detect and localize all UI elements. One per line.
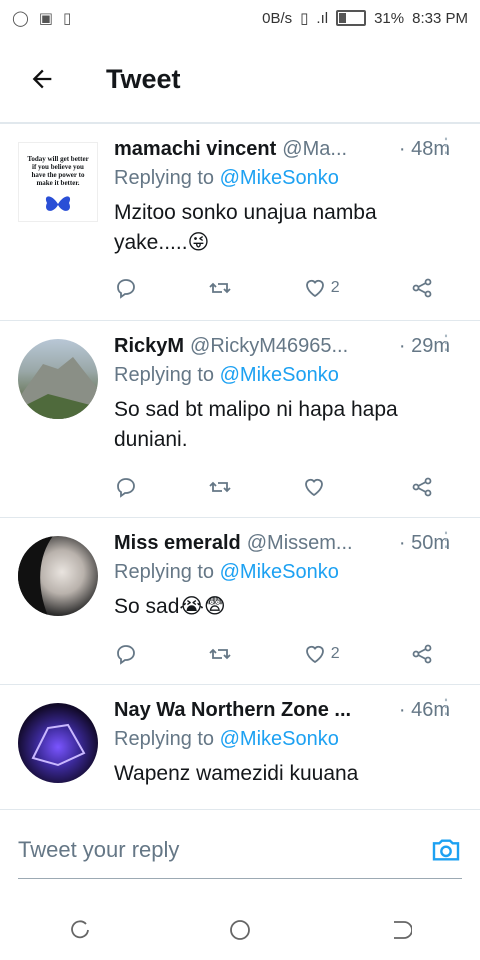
mention-link[interactable]: @MikeSonko — [220, 364, 339, 386]
tweet-actions: 2 — [114, 276, 434, 300]
mountain-image — [18, 357, 98, 419]
more-options-icon[interactable]: ⋮ — [436, 697, 456, 717]
reply-icon[interactable] — [114, 475, 138, 499]
author-name[interactable]: Miss emerald — [114, 532, 241, 555]
tweet-actions: 2 — [114, 642, 434, 666]
network-speed: 0B/s — [262, 9, 293, 27]
avatar[interactable] — [18, 703, 98, 783]
replying-label: Replying to — [114, 167, 220, 189]
crystal-image — [31, 723, 86, 767]
vibrate-icon: ▯ — [300, 10, 309, 27]
more-options-icon[interactable]: ⋮ — [436, 530, 456, 550]
tweet-text: Mzitoo sonko unajua namba yake.....😜 — [114, 201, 377, 254]
more-options-icon[interactable]: ⋮ — [436, 333, 456, 353]
share-icon[interactable] — [410, 642, 434, 666]
page-title: Tweet — [106, 63, 181, 94]
header: Tweet — [0, 36, 480, 122]
status-bar: ◯ ▣ ▯ 0B/s ▯ .ıl 31% 8:33 PM — [0, 0, 480, 36]
like-button[interactable]: 2 — [303, 276, 340, 300]
image-icon: ▣ — [38, 10, 53, 27]
tweet-text: So sad bt malipo ni hapa hapa duniani. — [114, 398, 398, 451]
replying-to: Replying to @MikeSonko — [114, 364, 450, 387]
like-button[interactable] — [302, 475, 340, 499]
back-arrow-icon[interactable] — [28, 65, 56, 93]
camera-icon[interactable] — [430, 834, 462, 866]
author-name[interactable]: mamachi vincent — [114, 138, 276, 161]
share-icon[interactable] — [410, 276, 434, 300]
mention-link[interactable]: @MikeSonko — [220, 728, 339, 750]
author-name[interactable]: Nay Wa Northern Zone ... — [114, 699, 351, 722]
clock: 8:33 PM — [412, 9, 468, 27]
author-handle[interactable]: @Ma... — [282, 138, 347, 161]
author-name[interactable]: RickyM — [114, 335, 184, 358]
reply-icon[interactable] — [114, 642, 138, 666]
mention-link[interactable]: @MikeSonko — [220, 561, 339, 583]
share-icon[interactable] — [410, 475, 434, 499]
heart-icon — [305, 478, 323, 497]
battery-icon — [336, 10, 367, 26]
mention-link[interactable]: @MikeSonko — [220, 167, 339, 189]
avatar[interactable] — [18, 339, 98, 419]
replying-to: Replying to @MikeSonko — [114, 561, 450, 584]
replying-label: Replying to — [114, 364, 220, 386]
avatar[interactable]: Today will get better if you believe you… — [18, 142, 98, 222]
tweet-actions — [114, 475, 434, 499]
retweet-icon[interactable] — [208, 475, 232, 499]
avatar[interactable] — [18, 536, 98, 616]
author-handle[interactable]: @RickyM46965... — [190, 335, 348, 358]
whatsapp-icon: ◯ — [12, 10, 29, 27]
heart-icon — [305, 279, 324, 298]
author-handle[interactable]: @Missem... — [247, 532, 353, 555]
signal-icon: .ıl — [316, 9, 329, 27]
tweet-item[interactable]: RickyM @RickyM46965... · 29m Replying to… — [0, 321, 480, 518]
replying-label: Replying to — [114, 561, 220, 583]
sim-icon: ▯ — [62, 10, 72, 27]
replying-to: Replying to @MikeSonko — [114, 728, 450, 751]
butterfly-icon — [45, 196, 71, 211]
avatar-quote-text: Today will get better if you believe you… — [27, 155, 89, 187]
tweet-text: Wapenz wamezidi kuuana — [114, 762, 359, 785]
tweet-item[interactable]: Miss emerald @Missem... · 50m Replying t… — [0, 518, 480, 685]
like-button[interactable]: 2 — [303, 642, 340, 666]
retweet-icon[interactable] — [208, 276, 232, 300]
heart-icon — [305, 645, 324, 664]
tweet-text: So sad😭😨 — [114, 595, 226, 618]
retweet-icon[interactable] — [208, 642, 232, 666]
replying-to: Replying to @MikeSonko — [114, 167, 450, 190]
portrait-image — [18, 536, 53, 616]
replying-label: Replying to — [114, 728, 220, 750]
notification-icons: ◯ ▣ ▯ — [0, 9, 71, 27]
reply-composer[interactable]: Tweet your reply — [18, 822, 462, 879]
more-options-icon[interactable]: ⋮ — [436, 136, 456, 156]
system-nav-bar — [0, 900, 480, 960]
tweet-item[interactable]: Nay Wa Northern Zone ... · 46m Replying … — [0, 685, 480, 810]
battery-percent: 31% — [374, 9, 405, 27]
tweet-item[interactable]: Today will get better if you believe you… — [0, 124, 480, 321]
home-icon[interactable] — [228, 918, 252, 942]
like-count: 2 — [330, 279, 340, 296]
reply-input[interactable]: Tweet your reply — [18, 837, 179, 863]
recent-apps-icon[interactable] — [68, 918, 92, 942]
like-count: 2 — [330, 645, 340, 662]
back-nav-icon[interactable] — [388, 918, 413, 942]
reply-icon[interactable] — [114, 276, 138, 300]
